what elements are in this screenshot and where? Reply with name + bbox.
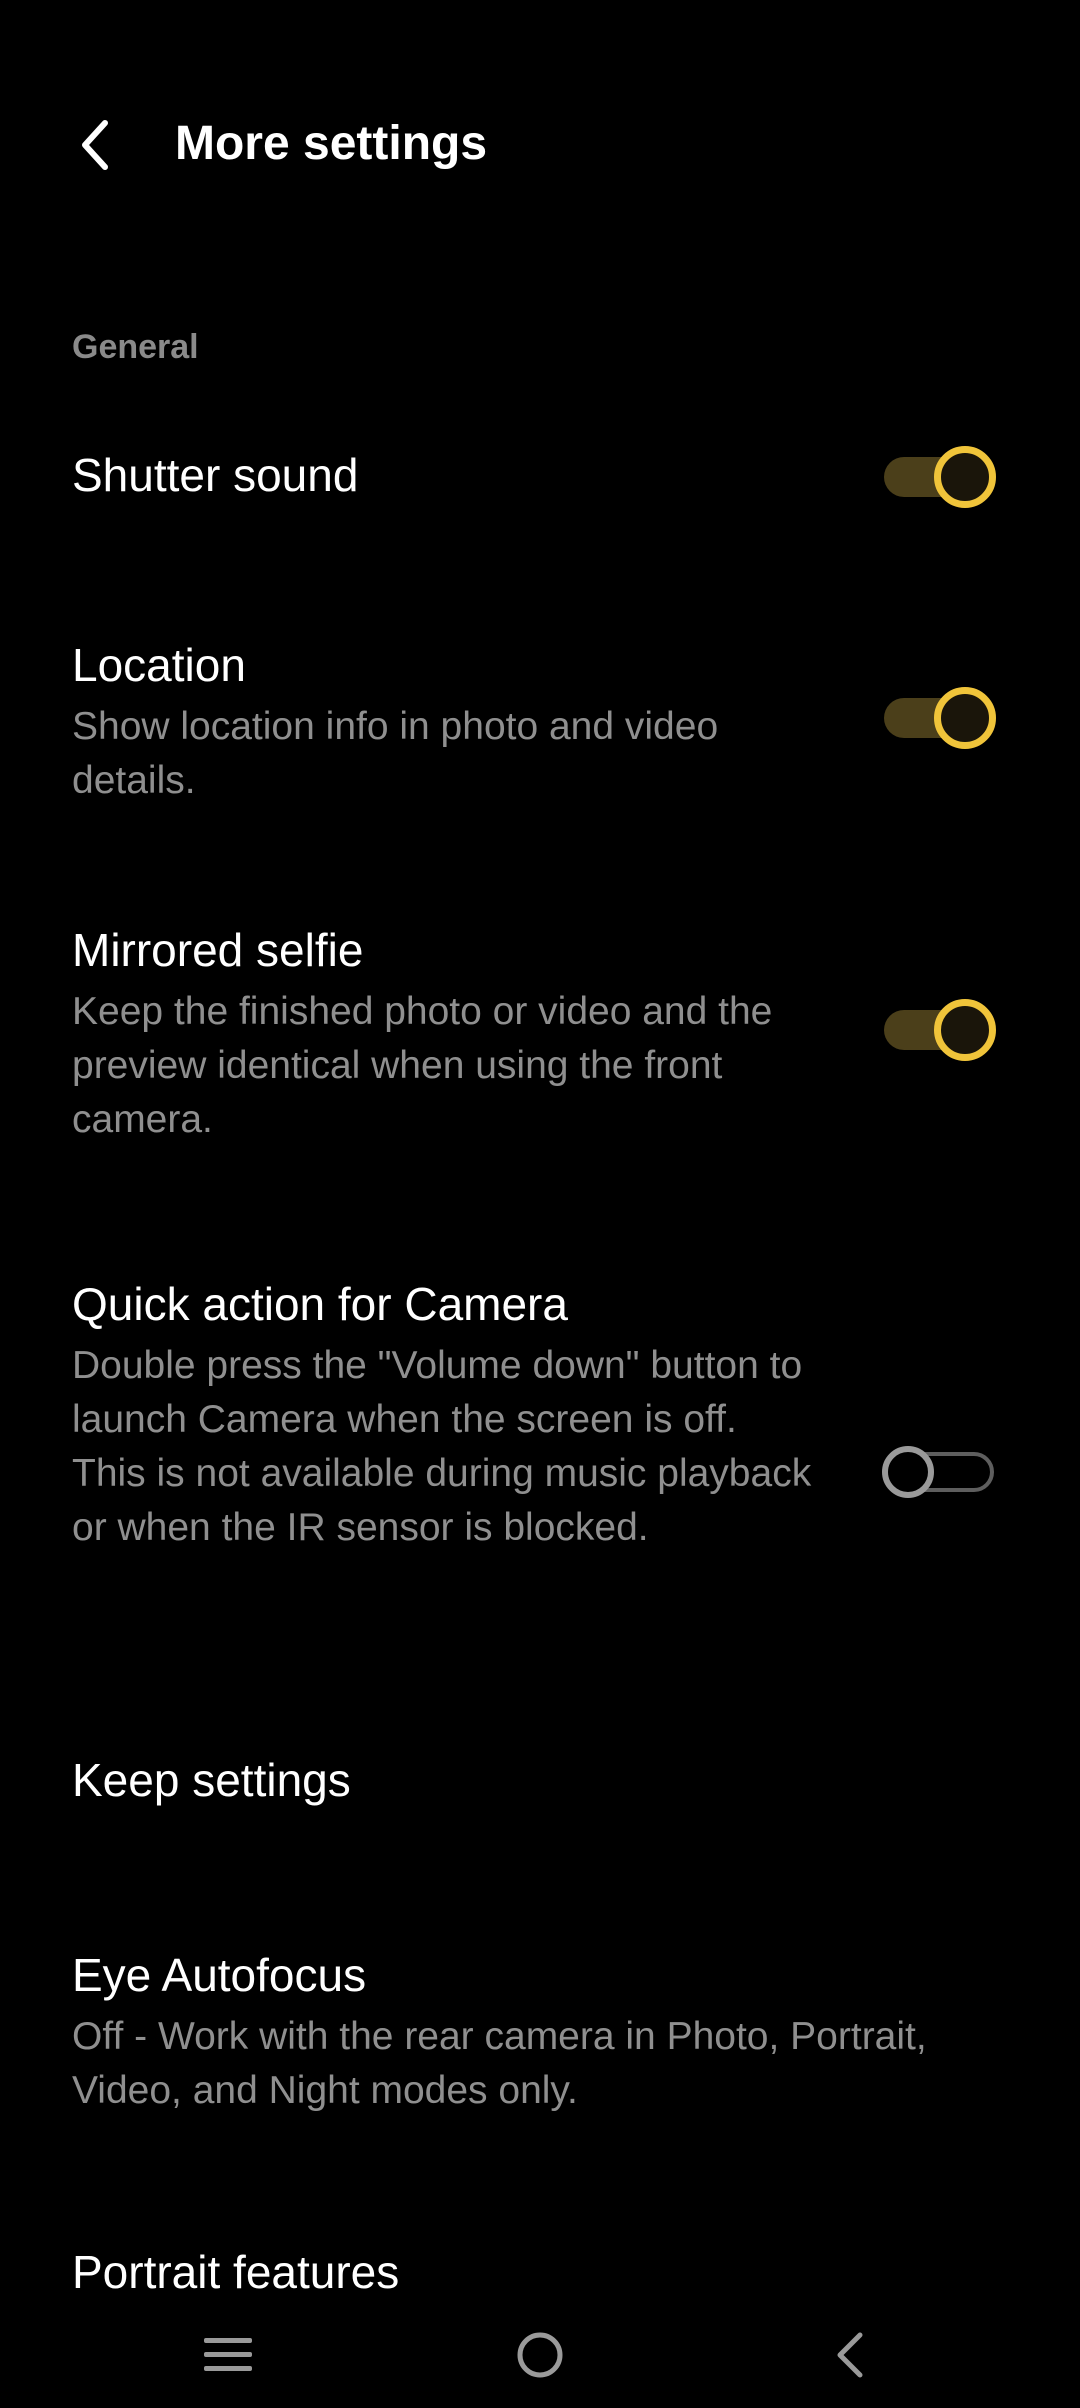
setting-row-quick-action[interactable]: Quick action for Camera Double press the… xyxy=(0,1264,1080,1614)
chevron-left-icon xyxy=(82,120,108,170)
app-header: More settings xyxy=(0,0,1080,290)
recent-apps-button[interactable] xyxy=(178,2320,278,2390)
system-navigation-bar xyxy=(0,2300,1080,2408)
setting-description: Keep the finished photo or video and the… xyxy=(72,990,773,1141)
home-circle-icon xyxy=(517,2332,563,2378)
toggle-thumb xyxy=(934,446,996,508)
setting-row-keep-settings[interactable]: Keep settings xyxy=(0,1720,1080,1840)
toggle-thumb xyxy=(934,999,996,1061)
setting-row-mirrored-selfie[interactable]: Mirrored selfie Keep the finished photo … xyxy=(0,910,1080,1160)
setting-title: Shutter sound xyxy=(72,449,359,501)
setting-title: Portrait features xyxy=(72,2246,400,2298)
setting-title: Keep settings xyxy=(72,1754,351,1806)
back-triangle-icon xyxy=(837,2332,863,2378)
setting-row-shutter-sound[interactable]: Shutter sound xyxy=(0,420,1080,530)
back-button[interactable] xyxy=(60,105,130,185)
nav-back-button[interactable] xyxy=(800,2320,900,2390)
setting-row-eye-autofocus[interactable]: Eye Autofocus Off - Work with the rear c… xyxy=(0,1935,1080,2125)
toggle-thumb xyxy=(882,1446,934,1498)
setting-title: Quick action for Camera xyxy=(72,1278,568,1330)
setting-title: Location xyxy=(72,639,246,691)
home-button[interactable] xyxy=(490,2320,590,2390)
page-title: More settings xyxy=(175,117,488,170)
setting-description: Off - Work with the rear camera in Photo… xyxy=(72,2015,927,2112)
toggle-thumb xyxy=(934,687,996,749)
setting-description: Double press the "Volume down" button to… xyxy=(72,1344,812,1549)
setting-title: Eye Autofocus xyxy=(72,1949,367,2001)
menu-icon xyxy=(204,2338,252,2371)
shutter-sound-toggle[interactable] xyxy=(882,442,998,512)
quick-action-toggle[interactable] xyxy=(882,1437,998,1507)
section-header-general: General xyxy=(72,328,199,366)
setting-description: Show location info in photo and video de… xyxy=(72,705,719,802)
location-toggle[interactable] xyxy=(882,683,998,753)
setting-row-location[interactable]: Location Show location info in photo and… xyxy=(0,625,1080,815)
setting-title: Mirrored selfie xyxy=(72,924,364,976)
mirrored-selfie-toggle[interactable] xyxy=(882,995,998,1065)
